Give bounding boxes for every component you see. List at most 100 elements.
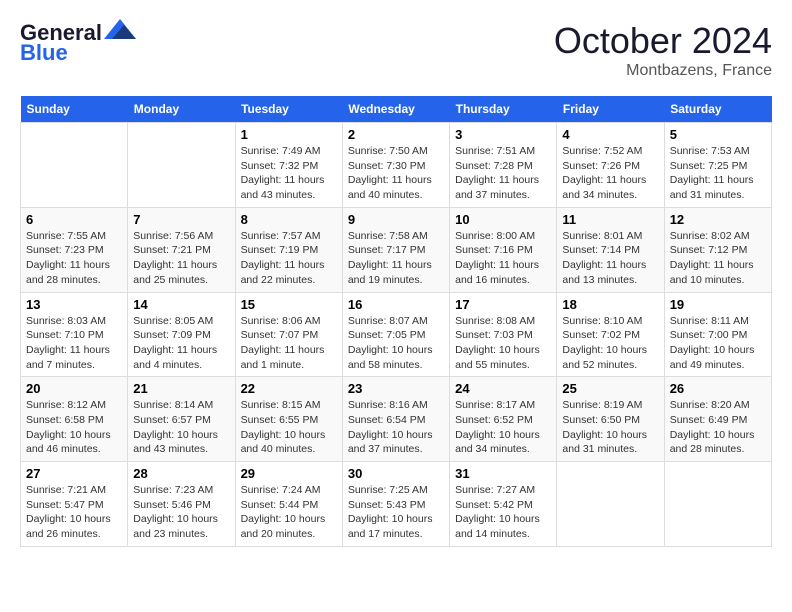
day-number: 4 (562, 127, 658, 142)
weekday-monday: Monday (128, 96, 235, 123)
weekday-friday: Friday (557, 96, 664, 123)
day-number: 29 (241, 466, 337, 481)
day-number: 15 (241, 297, 337, 312)
day-info: Sunrise: 8:00 AM Sunset: 7:16 PM Dayligh… (455, 229, 551, 288)
day-info: Sunrise: 8:03 AM Sunset: 7:10 PM Dayligh… (26, 314, 122, 373)
day-info: Sunrise: 7:50 AM Sunset: 7:30 PM Dayligh… (348, 144, 444, 203)
day-number: 2 (348, 127, 444, 142)
day-info: Sunrise: 8:08 AM Sunset: 7:03 PM Dayligh… (455, 314, 551, 373)
day-info: Sunrise: 7:49 AM Sunset: 7:32 PM Dayligh… (241, 144, 337, 203)
calendar-cell: 4 Sunrise: 7:52 AM Sunset: 7:26 PM Daylig… (557, 123, 664, 208)
day-info: Sunrise: 7:52 AM Sunset: 7:26 PM Dayligh… (562, 144, 658, 203)
weekday-sunday: Sunday (21, 96, 128, 123)
day-number: 11 (562, 212, 658, 227)
day-number: 18 (562, 297, 658, 312)
weekday-tuesday: Tuesday (235, 96, 342, 123)
day-number: 28 (133, 466, 229, 481)
day-number: 12 (670, 212, 766, 227)
day-number: 9 (348, 212, 444, 227)
day-number: 8 (241, 212, 337, 227)
day-number: 14 (133, 297, 229, 312)
day-number: 3 (455, 127, 551, 142)
calendar-cell: 20Sunrise: 8:12 AM Sunset: 6:58 PM Dayli… (21, 377, 128, 462)
day-info: Sunrise: 8:11 AM Sunset: 7:00 PM Dayligh… (670, 314, 766, 373)
day-number: 10 (455, 212, 551, 227)
calendar-cell: 25Sunrise: 8:19 AM Sunset: 6:50 PM Dayli… (557, 377, 664, 462)
day-info: Sunrise: 8:02 AM Sunset: 7:12 PM Dayligh… (670, 229, 766, 288)
day-info: Sunrise: 7:55 AM Sunset: 7:23 PM Dayligh… (26, 229, 122, 288)
day-info: Sunrise: 7:58 AM Sunset: 7:17 PM Dayligh… (348, 229, 444, 288)
weekday-header-row: SundayMondayTuesdayWednesdayThursdayFrid… (21, 96, 772, 123)
calendar-week-3: 13Sunrise: 8:03 AM Sunset: 7:10 PM Dayli… (21, 292, 772, 377)
day-info: Sunrise: 7:27 AM Sunset: 5:42 PM Dayligh… (455, 483, 551, 542)
day-number: 16 (348, 297, 444, 312)
calendar-cell: 24 Sunrise: 8:17 AM Sunset: 6:52 PM Dayli… (450, 377, 557, 462)
day-info: Sunrise: 7:56 AM Sunset: 7:21 PM Dayligh… (133, 229, 229, 288)
logo: General Blue (20, 20, 136, 66)
day-info: Sunrise: 8:19 AM Sunset: 6:50 PM Dayligh… (562, 398, 658, 457)
month-title: October 2024 (554, 20, 772, 62)
calendar-cell: 17 Sunrise: 8:08 AM Sunset: 7:03 PM Dayli… (450, 292, 557, 377)
calendar-cell: 11Sunrise: 8:01 AM Sunset: 7:14 PM Dayli… (557, 207, 664, 292)
day-number: 17 (455, 297, 551, 312)
calendar-cell: 8Sunrise: 7:57 AM Sunset: 7:19 PM Daylig… (235, 207, 342, 292)
day-info: Sunrise: 8:14 AM Sunset: 6:57 PM Dayligh… (133, 398, 229, 457)
location-subtitle: Montbazens, France (554, 62, 772, 80)
calendar-cell: 31Sunrise: 7:27 AM Sunset: 5:42 PM Dayli… (450, 462, 557, 547)
day-number: 1 (241, 127, 337, 142)
day-info: Sunrise: 7:24 AM Sunset: 5:44 PM Dayligh… (241, 483, 337, 542)
calendar-cell: 2 Sunrise: 7:50 AM Sunset: 7:30 PM Daylig… (342, 123, 449, 208)
day-number: 6 (26, 212, 122, 227)
calendar-cell: 15 Sunrise: 8:06 AM Sunset: 7:07 PM Dayli… (235, 292, 342, 377)
weekday-saturday: Saturday (664, 96, 771, 123)
calendar-cell: 7 Sunrise: 7:56 AM Sunset: 7:21 PM Daylig… (128, 207, 235, 292)
day-info: Sunrise: 8:20 AM Sunset: 6:49 PM Dayligh… (670, 398, 766, 457)
day-number: 23 (348, 381, 444, 396)
calendar-cell: 13Sunrise: 8:03 AM Sunset: 7:10 PM Dayli… (21, 292, 128, 377)
calendar-cell (128, 123, 235, 208)
day-number: 30 (348, 466, 444, 481)
calendar-cell (557, 462, 664, 547)
day-info: Sunrise: 7:51 AM Sunset: 7:28 PM Dayligh… (455, 144, 551, 203)
day-info: Sunrise: 8:15 AM Sunset: 6:55 PM Dayligh… (241, 398, 337, 457)
calendar-body: 1 Sunrise: 7:49 AM Sunset: 7:32 PM Daylig… (21, 123, 772, 547)
calendar-week-5: 27Sunrise: 7:21 AM Sunset: 5:47 PM Dayli… (21, 462, 772, 547)
calendar-cell: 5 Sunrise: 7:53 AM Sunset: 7:25 PM Daylig… (664, 123, 771, 208)
day-info: Sunrise: 8:12 AM Sunset: 6:58 PM Dayligh… (26, 398, 122, 457)
weekday-wednesday: Wednesday (342, 96, 449, 123)
calendar-week-4: 20Sunrise: 8:12 AM Sunset: 6:58 PM Dayli… (21, 377, 772, 462)
calendar-week-1: 1 Sunrise: 7:49 AM Sunset: 7:32 PM Daylig… (21, 123, 772, 208)
day-info: Sunrise: 8:07 AM Sunset: 7:05 PM Dayligh… (348, 314, 444, 373)
title-block: October 2024 Montbazens, France (554, 20, 772, 80)
calendar-cell: 26 Sunrise: 8:20 AM Sunset: 6:49 PM Dayli… (664, 377, 771, 462)
day-info: Sunrise: 7:25 AM Sunset: 5:43 PM Dayligh… (348, 483, 444, 542)
day-info: Sunrise: 7:23 AM Sunset: 5:46 PM Dayligh… (133, 483, 229, 542)
calendar-cell: 3 Sunrise: 7:51 AM Sunset: 7:28 PM Daylig… (450, 123, 557, 208)
calendar-cell: 21 Sunrise: 8:14 AM Sunset: 6:57 PM Dayli… (128, 377, 235, 462)
day-info: Sunrise: 8:10 AM Sunset: 7:02 PM Dayligh… (562, 314, 658, 373)
day-info: Sunrise: 8:17 AM Sunset: 6:52 PM Dayligh… (455, 398, 551, 457)
calendar-cell: 6 Sunrise: 7:55 AM Sunset: 7:23 PM Daylig… (21, 207, 128, 292)
calendar-cell: 16 Sunrise: 8:07 AM Sunset: 7:05 PM Dayli… (342, 292, 449, 377)
calendar-cell (21, 123, 128, 208)
day-info: Sunrise: 8:06 AM Sunset: 7:07 PM Dayligh… (241, 314, 337, 373)
day-number: 24 (455, 381, 551, 396)
logo-blue: Blue (20, 40, 68, 66)
calendar-cell: 28 Sunrise: 7:23 AM Sunset: 5:46 PM Dayli… (128, 462, 235, 547)
calendar-cell: 9 Sunrise: 7:58 AM Sunset: 7:17 PM Daylig… (342, 207, 449, 292)
page-header: General Blue October 2024 Montbazens, Fr… (20, 20, 772, 80)
calendar-cell: 12 Sunrise: 8:02 AM Sunset: 7:12 PM Dayli… (664, 207, 771, 292)
calendar-cell: 27Sunrise: 7:21 AM Sunset: 5:47 PM Dayli… (21, 462, 128, 547)
day-number: 5 (670, 127, 766, 142)
day-number: 19 (670, 297, 766, 312)
calendar-cell: 23Sunrise: 8:16 AM Sunset: 6:54 PM Dayli… (342, 377, 449, 462)
day-number: 21 (133, 381, 229, 396)
weekday-thursday: Thursday (450, 96, 557, 123)
calendar-cell: 18 Sunrise: 8:10 AM Sunset: 7:02 PM Dayli… (557, 292, 664, 377)
day-number: 7 (133, 212, 229, 227)
calendar-cell: 1 Sunrise: 7:49 AM Sunset: 7:32 PM Daylig… (235, 123, 342, 208)
calendar-cell: 14Sunrise: 8:05 AM Sunset: 7:09 PM Dayli… (128, 292, 235, 377)
logo-icon (104, 19, 136, 39)
day-info: Sunrise: 7:53 AM Sunset: 7:25 PM Dayligh… (670, 144, 766, 203)
day-number: 26 (670, 381, 766, 396)
